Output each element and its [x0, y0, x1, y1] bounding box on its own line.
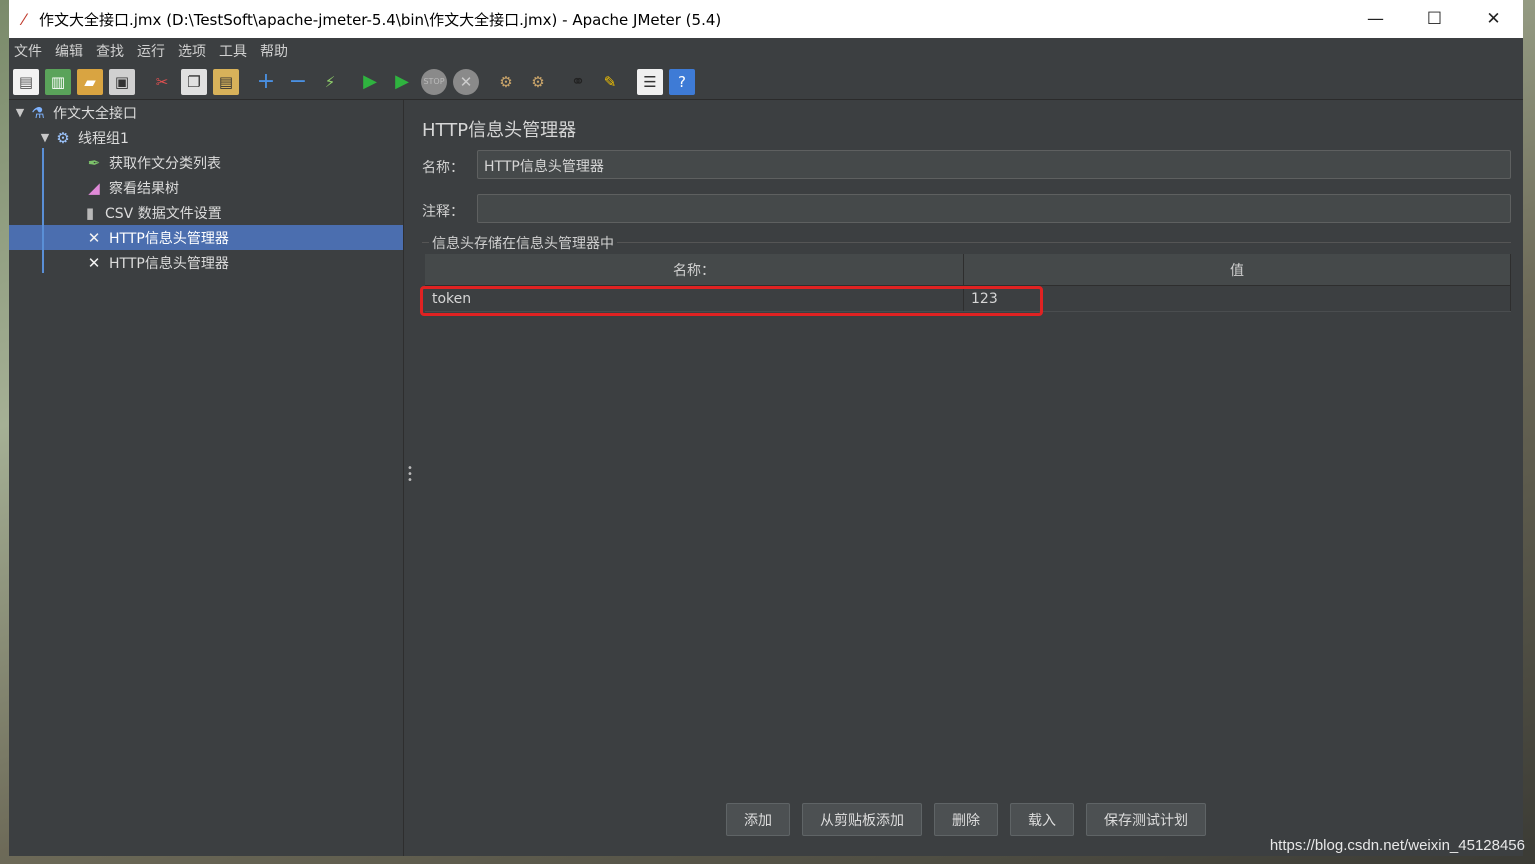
jmeter-window: ⁄ 作文大全接口.jmx (D:\TestSoft\apache-jmeter-… — [9, 0, 1523, 856]
add-button[interactable]: 添加 — [726, 803, 790, 836]
tree-node-thread-group[interactable]: ▼ ⚙ 线程组1 — [9, 125, 403, 150]
menu-help[interactable]: 帮助 — [260, 41, 288, 61]
tree-node-label: CSV 数据文件设置 — [105, 205, 222, 222]
clear-icon[interactable]: ⚙ — [493, 69, 519, 95]
search-icon[interactable]: ⚭ — [565, 69, 591, 95]
panel-title: HTTP信息头管理器 — [422, 120, 577, 141]
title-bar: ⁄ 作文大全接口.jmx (D:\TestSoft\apache-jmeter-… — [9, 0, 1523, 38]
save-icon[interactable]: ▣ — [109, 68, 135, 95]
tree-node-sampler[interactable]: ✒ 获取作文分类列表 — [9, 150, 403, 175]
config-icon: ▮ — [85, 203, 95, 222]
clear-all-icon[interactable]: ⚙ — [525, 69, 551, 95]
tree-guide-line — [42, 148, 44, 273]
sampler-icon: ✒ — [87, 153, 101, 172]
close-button[interactable]: ✕ — [1464, 0, 1523, 38]
name-field[interactable]: HTTP信息头管理器 — [477, 150, 1511, 179]
annotation-highlight-box — [420, 286, 1043, 316]
column-header-name[interactable]: 名称： — [425, 254, 964, 285]
menu-bar: 文件 编辑 查找 运行 选项 工具 帮助 — [9, 38, 1523, 64]
minimize-button[interactable]: — — [1346, 0, 1405, 38]
tree-node-label: HTTP信息头管理器 — [109, 255, 229, 272]
button-bar: 添加 从剪贴板添加 删除 载入 保存测试计划 — [726, 803, 1218, 836]
drag-handle-icon[interactable]: • • • — [407, 464, 413, 486]
chevron-down-icon[interactable]: ▼ — [13, 106, 27, 119]
tree-node-label: 作文大全接口 — [53, 105, 137, 122]
header-manager-editor: HTTP信息头管理器 名称： HTTP信息头管理器 注释： 信息头存储在信息头管… — [415, 100, 1523, 856]
shutdown-icon[interactable]: ✕ — [453, 68, 479, 95]
open-icon[interactable]: ▰ — [77, 68, 103, 95]
save-test-plan-button[interactable]: 保存测试计划 — [1086, 803, 1206, 836]
menu-search[interactable]: 查找 — [96, 41, 124, 61]
tree-node-label: 察看结果树 — [109, 180, 179, 197]
main-area: ▼ ⚗ 作文大全接口 ▼ ⚙ 线程组1 ✒ 获取作文分类列表 ◢ 察看结果树 ▮… — [9, 100, 1523, 856]
help-icon[interactable]: ? — [669, 68, 695, 95]
tree-node-label: 获取作文分类列表 — [109, 155, 221, 172]
header-manager-icon: ✕ — [87, 253, 101, 272]
copy-icon[interactable]: ❐ — [181, 68, 207, 95]
start-no-pause-icon[interactable]: ▶ — [389, 69, 415, 95]
menu-options[interactable]: 选项 — [178, 41, 206, 61]
jmeter-feather-icon: ⁄ — [22, 9, 26, 29]
start-icon[interactable]: ▶ — [357, 69, 383, 95]
tree-node-label: HTTP信息头管理器 — [109, 230, 229, 247]
tree-node-test-plan[interactable]: ▼ ⚗ 作文大全接口 — [9, 100, 403, 125]
watermark: https://blog.csdn.net/weixin_45128456 — [1269, 837, 1525, 854]
delete-button[interactable]: 删除 — [934, 803, 998, 836]
table-header: 名称： 值 — [425, 254, 1511, 286]
listener-icon: ◢ — [88, 178, 100, 197]
tree-node-csv-config[interactable]: ▮ CSV 数据文件设置 — [9, 200, 403, 225]
tree-node-header-manager[interactable]: ✕ HTTP信息头管理器 — [9, 250, 403, 275]
add-from-clipboard-button[interactable]: 从剪贴板添加 — [802, 803, 922, 836]
menu-tools[interactable]: 工具 — [219, 41, 247, 61]
header-manager-icon: ✕ — [87, 228, 101, 247]
column-header-value[interactable]: 值 — [964, 254, 1511, 285]
test-plan-tree: ▼ ⚗ 作文大全接口 ▼ ⚙ 线程组1 ✒ 获取作文分类列表 ◢ 察看结果树 ▮… — [9, 100, 403, 856]
expand-icon[interactable]: + — [253, 69, 279, 95]
window-title: 作文大全接口.jmx (D:\TestSoft\apache-jmeter-5.… — [39, 10, 722, 29]
tree-node-header-manager-selected[interactable]: ✕ HTTP信息头管理器 — [9, 225, 403, 250]
collapse-icon[interactable]: − — [285, 69, 311, 95]
new-icon[interactable]: ▤ — [13, 68, 39, 95]
group-title: 信息头存储在信息头管理器中 — [429, 233, 617, 253]
menu-edit[interactable]: 编辑 — [55, 41, 83, 61]
stop-icon[interactable]: STOP — [421, 68, 447, 95]
comment-field[interactable] — [477, 194, 1511, 223]
flask-icon: ⚗ — [31, 103, 45, 122]
reset-search-icon[interactable]: ✎ — [597, 69, 623, 95]
toolbar: ▤ ▥ ▰ ▣ ✂ ❐ ▤ + − ⚡ ▶ ▶ STOP ✕ ⚙ ⚙ ⚭ ✎ ☰… — [9, 64, 1523, 100]
comment-label: 注释： — [422, 204, 464, 220]
name-label: 名称： — [422, 160, 464, 176]
header-value-cell[interactable]: 123 — [964, 286, 1511, 311]
split-pane-divider[interactable]: • • • — [403, 100, 415, 856]
gear-icon: ⚙ — [56, 128, 70, 147]
function-helper-icon[interactable]: ☰ — [637, 68, 663, 95]
tree-node-label: 线程组1 — [78, 130, 129, 147]
menu-file[interactable]: 文件 — [14, 41, 42, 61]
chevron-down-icon[interactable]: ▼ — [38, 131, 52, 144]
menu-run[interactable]: 运行 — [137, 41, 165, 61]
load-button[interactable]: 载入 — [1010, 803, 1074, 836]
templates-icon[interactable]: ▥ — [45, 68, 71, 95]
paste-icon[interactable]: ▤ — [213, 68, 239, 95]
toggle-icon[interactable]: ⚡ — [317, 69, 343, 95]
cut-icon[interactable]: ✂ — [149, 69, 175, 95]
tree-node-listener[interactable]: ◢ 察看结果树 — [9, 175, 403, 200]
maximize-button[interactable]: ☐ — [1405, 0, 1464, 38]
